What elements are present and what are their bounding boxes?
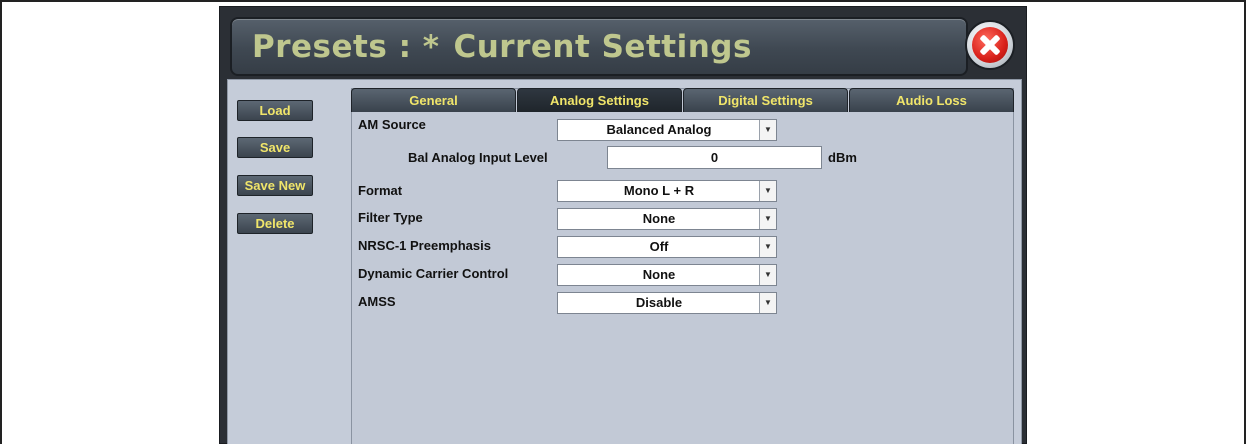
am-source-value: Balanced Analog [606,122,712,137]
save-button[interactable]: Save [237,137,313,158]
amss-label: AMSS [358,294,396,309]
filter-type-value: None [642,211,676,226]
am-source-select[interactable]: Balanced Analog ▼ [557,119,777,141]
presets-window: Presets : * Current Settings Load Save Sa… [219,6,1027,444]
filter-type-select[interactable]: None ▼ [557,208,777,230]
amss-value: Disable [635,295,683,310]
dynamic-carrier-control-label: Dynamic Carrier Control [358,266,509,281]
nrsc1-preemphasis-value: Off [649,239,669,254]
title-prefix: Presets : * [252,29,440,65]
am-source-label: AM Source [358,117,426,132]
chevron-down-icon: ▼ [759,209,776,229]
format-value: Mono L + R [623,183,695,198]
format-label: Format [358,183,403,198]
tab-audio-loss[interactable]: Audio Loss [849,88,1014,112]
nrsc1-preemphasis-select[interactable]: Off ▼ [557,236,777,258]
filter-type-label: Filter Type [358,210,423,225]
main-panel: Load Save Save New Delete General Analog… [227,79,1022,444]
tab-analog-settings[interactable]: Analog Settings [517,88,682,112]
delete-button[interactable]: Delete [237,213,313,234]
chevron-down-icon: ▼ [759,293,776,313]
save-new-button[interactable]: Save New [237,175,313,196]
tab-digital-settings[interactable]: Digital Settings [683,88,848,112]
dynamic-carrier-control-select[interactable]: None ▼ [557,264,777,286]
dynamic-carrier-control-value: None [642,267,676,282]
nrsc1-preemphasis-label: NRSC-1 Preemphasis [358,238,491,253]
amss-select[interactable]: Disable ▼ [557,292,777,314]
dbm-unit-label: dBm [828,150,857,165]
page-title: Presets : * Current Settings [252,29,752,65]
title-preset-name: Current Settings [453,29,752,65]
bal-analog-input-level-field[interactable] [607,146,822,169]
settings-content: General Analog Settings Digital Settings… [351,88,1014,444]
load-button[interactable]: Load [237,100,313,121]
tab-bar: General Analog Settings Digital Settings… [351,88,1014,112]
title-bar: Presets : * Current Settings [230,17,968,76]
crop-border-left [0,0,2,444]
chevron-down-icon: ▼ [759,181,776,201]
close-button[interactable] [965,20,1015,70]
chevron-down-icon: ▼ [759,120,776,140]
crop-border-top [0,0,1246,2]
bal-analog-input-level-label: Bal Analog Input Level [408,150,548,165]
tab-general[interactable]: General [351,88,516,112]
close-icon [972,27,1008,63]
chevron-down-icon: ▼ [759,237,776,257]
format-select[interactable]: Mono L + R ▼ [557,180,777,202]
chevron-down-icon: ▼ [759,265,776,285]
